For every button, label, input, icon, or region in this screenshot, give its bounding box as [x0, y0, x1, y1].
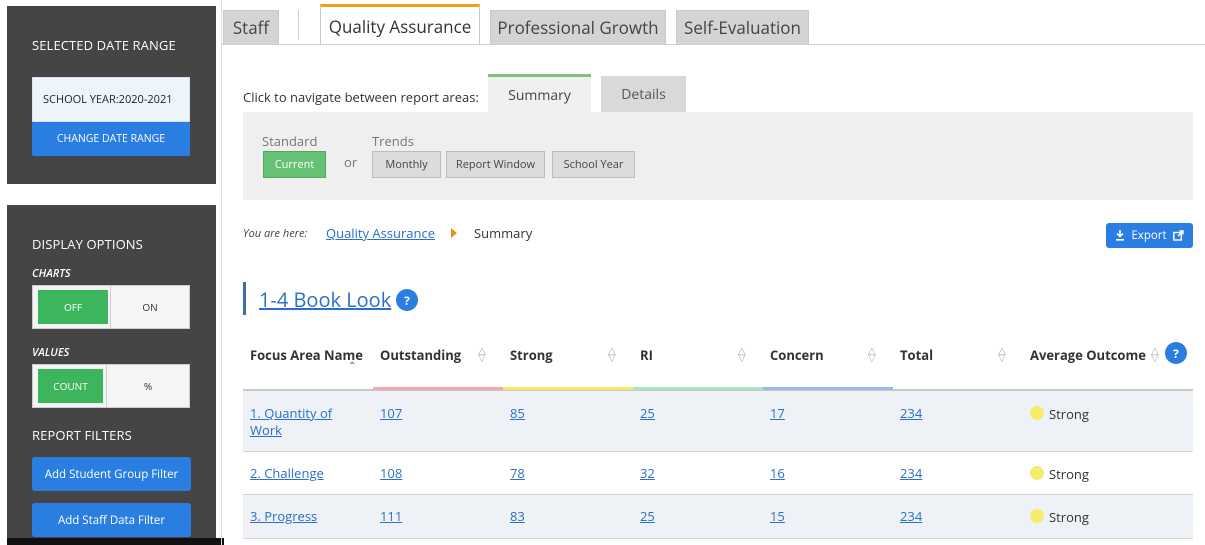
- concern-value[interactable]: 17: [770, 405, 785, 422]
- breadcrumb-prefix: You are here:: [243, 226, 308, 241]
- total-value[interactable]: 234: [900, 405, 922, 422]
- breadcrumb-arrow-icon: [451, 228, 457, 238]
- charts-label: CHARTS: [32, 266, 71, 281]
- strong-value[interactable]: 83: [510, 508, 525, 525]
- toggle-divider: [110, 286, 111, 328]
- sort-icon[interactable]: △ ▽: [738, 345, 746, 362]
- outstanding-color-bar: [373, 387, 503, 390]
- toggle-divider: [106, 365, 107, 407]
- outcome-dot-icon: [1030, 406, 1044, 420]
- sort-icon[interactable]: △ ▽: [608, 345, 616, 362]
- header-total[interactable]: Total: [900, 346, 933, 364]
- breadcrumb-current: Summary: [474, 224, 533, 242]
- report-nav-label: Click to navigate between report areas:: [243, 88, 479, 106]
- section-help-icon[interactable]: ?: [396, 289, 418, 311]
- breadcrumb-link[interactable]: Quality Assurance: [326, 224, 435, 242]
- row-divider: [243, 451, 1193, 452]
- values-toggle[interactable]: COUNT %: [32, 364, 190, 408]
- charts-off-option[interactable]: OFF: [38, 290, 108, 324]
- outstanding-value[interactable]: 107: [380, 405, 402, 422]
- sort-icon[interactable]: △ ▽: [1151, 345, 1159, 362]
- section-title[interactable]: 1-4 Book Look: [259, 286, 391, 313]
- total-value[interactable]: 234: [900, 465, 922, 482]
- sort-icon[interactable]: △ ▽: [998, 345, 1006, 362]
- header-concern[interactable]: Concern: [770, 346, 824, 364]
- ri-color-bar: [633, 387, 763, 390]
- tab-divider: [298, 10, 299, 40]
- outcome-dot-icon: [1030, 509, 1044, 523]
- outcome-text: Strong: [1049, 508, 1089, 526]
- bottom-edge: [7, 538, 224, 545]
- row-divider: [243, 538, 1193, 539]
- external-link-icon: [1172, 230, 1184, 241]
- date-range-panel: SELECTED DATE RANGE SCHOOL YEAR:2020-202…: [7, 6, 216, 184]
- school-year-button[interactable]: School Year: [552, 151, 635, 178]
- export-label: Export: [1131, 228, 1167, 243]
- period-filter-box: Standard Current or Trends Monthly Repor…: [243, 112, 1193, 200]
- vertical-separator: [221, 0, 222, 545]
- charts-toggle[interactable]: OFF ON: [32, 285, 190, 329]
- header-strong[interactable]: Strong: [510, 346, 553, 364]
- outcome-dot-icon: [1030, 466, 1044, 480]
- outstanding-value[interactable]: 108: [380, 465, 402, 482]
- strong-color-bar: [503, 387, 633, 390]
- display-options-panel: DISPLAY OPTIONS CHARTS OFF ON VALUES COU…: [7, 205, 216, 545]
- outcome-text: Strong: [1049, 405, 1089, 423]
- sort-icon[interactable]: △ ▽: [478, 345, 486, 362]
- report-filters-title: REPORT FILTERS: [32, 426, 132, 444]
- outcome-text: Strong: [1049, 465, 1089, 483]
- tab-summary[interactable]: Summary: [488, 74, 591, 113]
- concern-value[interactable]: 15: [770, 508, 785, 525]
- standard-label: Standard: [262, 132, 318, 150]
- values-count-option[interactable]: COUNT: [38, 369, 103, 403]
- header-ri[interactable]: RI: [640, 346, 653, 364]
- report-window-button[interactable]: Report Window: [446, 151, 545, 178]
- trends-label: Trends: [372, 132, 414, 150]
- sort-asc-icon[interactable]: ⌃: [348, 360, 356, 370]
- header-outstanding[interactable]: Outstanding: [380, 346, 461, 364]
- focus-area-link[interactable]: 3. Progress: [250, 508, 317, 525]
- tab-quality-assurance[interactable]: Quality Assurance: [320, 4, 480, 45]
- current-button[interactable]: Current: [263, 151, 326, 178]
- concern-color-bar: [763, 387, 893, 390]
- ri-value[interactable]: 25: [640, 405, 655, 422]
- add-student-group-filter-button[interactable]: Add Student Group Filter: [32, 457, 191, 491]
- or-label: or: [344, 153, 358, 171]
- ri-value[interactable]: 25: [640, 508, 655, 525]
- tabs-baseline: [222, 44, 1205, 45]
- header-focus-area-name[interactable]: Focus Area Name: [250, 346, 363, 364]
- strong-value[interactable]: 78: [510, 465, 525, 482]
- date-range-title: SELECTED DATE RANGE: [32, 36, 176, 54]
- export-button[interactable]: Export: [1106, 223, 1193, 248]
- tab-self-evaluation[interactable]: Self-Evaluation: [676, 10, 809, 44]
- tab-staff[interactable]: Staff: [223, 10, 279, 44]
- header-average-outcome[interactable]: Average Outcome: [1030, 346, 1146, 364]
- outcome-help-icon[interactable]: ?: [1165, 342, 1187, 364]
- outstanding-value[interactable]: 111: [380, 508, 402, 525]
- sort-icon[interactable]: △ ▽: [868, 345, 876, 362]
- charts-on-option[interactable]: ON: [113, 290, 187, 324]
- download-icon: [1116, 230, 1125, 241]
- values-percent-option[interactable]: %: [109, 369, 187, 403]
- tab-details[interactable]: Details: [601, 76, 686, 112]
- section-accent-bar: [243, 282, 246, 315]
- total-value[interactable]: 234: [900, 508, 922, 525]
- date-range-value: SCHOOL YEAR:2020-2021: [32, 77, 190, 122]
- values-label: VALUES: [32, 345, 70, 360]
- tab-professional-growth[interactable]: Professional Growth: [490, 10, 666, 44]
- concern-value[interactable]: 16: [770, 465, 785, 482]
- add-staff-data-filter-button[interactable]: Add Staff Data Filter: [32, 503, 191, 537]
- display-options-title: DISPLAY OPTIONS: [32, 235, 143, 253]
- focus-area-link[interactable]: 2. Challenge: [250, 465, 324, 482]
- ri-value[interactable]: 32: [640, 465, 655, 482]
- monthly-button[interactable]: Monthly: [372, 151, 441, 178]
- focus-area-link[interactable]: 1. Quantity of Work: [250, 405, 360, 439]
- change-date-range-button[interactable]: CHANGE DATE RANGE: [32, 122, 190, 156]
- strong-value[interactable]: 85: [510, 405, 525, 422]
